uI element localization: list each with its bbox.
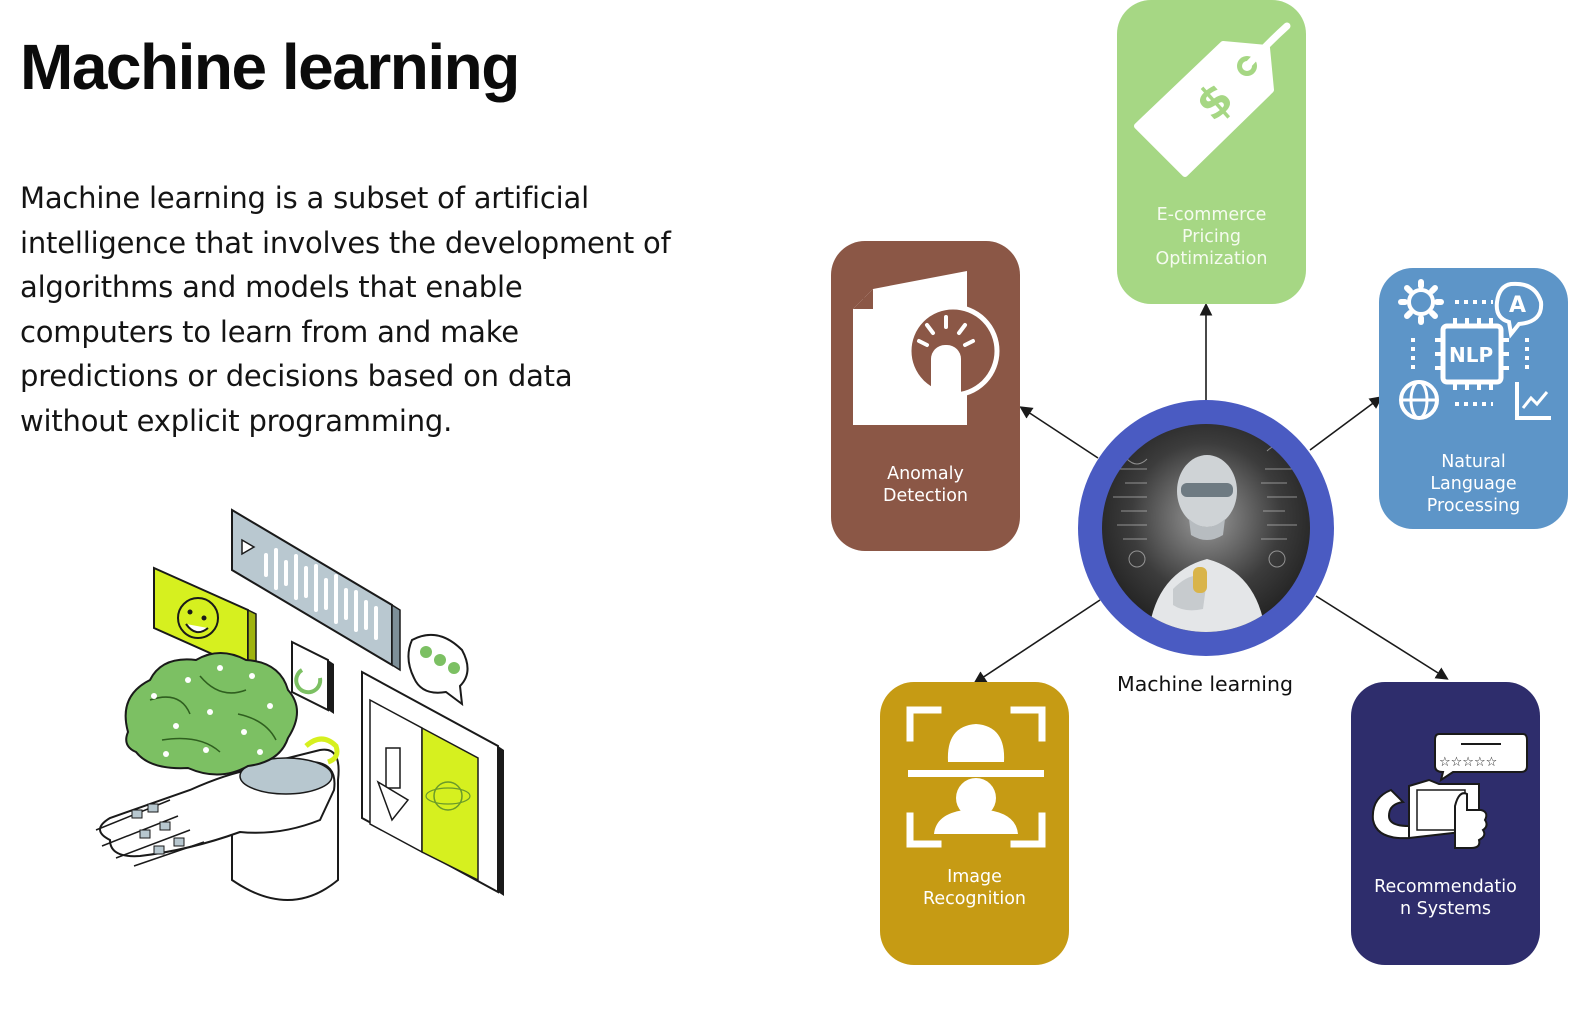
page-title: Machine learning — [20, 31, 520, 103]
ebook-window-icon — [361, 670, 504, 896]
svg-text:☆☆☆☆☆: ☆☆☆☆☆ — [1439, 755, 1497, 770]
card-nlp-label: Natural Language Processing — [1426, 452, 1521, 516]
card-ecommerce-pricing-label: E-commerce Pricing Optimization — [1155, 205, 1268, 269]
card-image-recognition-label: Image Recognition — [922, 867, 1027, 909]
card-anomaly-detection: Anomaly Detection — [831, 241, 1020, 551]
card-recommendation-systems: ☆☆☆☆☆ Recommendatio n Systems — [1351, 682, 1540, 965]
hub-label: Machine learning — [1117, 672, 1293, 696]
card-image-recognition: Image Recognition — [880, 682, 1069, 965]
rating-thumbs-up-icon: ☆☆☆☆☆ — [1371, 733, 1528, 849]
price-tag-icon: $ — [1134, 22, 1291, 177]
audio-wave-panel-icon — [231, 508, 401, 672]
card-anomaly-detection-label: Anomaly Detection — [882, 464, 968, 506]
ai-hand-illustration — [95, 508, 504, 901]
machine-learning-hub — [1078, 400, 1334, 656]
page-description: Machine learning is a subset of artifici… — [20, 181, 671, 438]
svg-text:A: A — [1509, 293, 1526, 318]
card-ecommerce-pricing: $ E-commerce Pricing Optimization — [1117, 0, 1306, 304]
arrow-to-recommend — [1315, 595, 1449, 680]
face-scan-icon — [906, 706, 1046, 848]
loading-tile-icon — [291, 640, 334, 714]
document-click-icon — [853, 271, 1000, 425]
card-recommendation-systems-label: Recommendatio n Systems — [1374, 877, 1517, 919]
nlp-chip-icon: A NLP — [1398, 279, 1551, 420]
svg-text:NLP: NLP — [1449, 343, 1493, 367]
card-nlp: A NLP Natural Language Processing — [1379, 268, 1568, 529]
chat-bubble-icon — [407, 633, 469, 707]
brain-icon — [124, 652, 298, 776]
